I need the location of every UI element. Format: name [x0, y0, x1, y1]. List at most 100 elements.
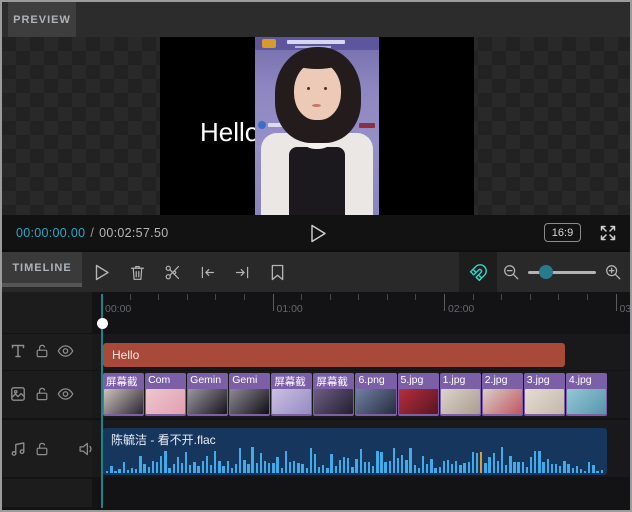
waveform-bar — [388, 461, 391, 473]
waveform-bar — [600, 469, 603, 473]
preview-tab-bar: PREVIEW — [2, 2, 630, 37]
timeline-ruler[interactable]: 00:00 01:00 02:00 03:00 — [92, 292, 630, 333]
delete-clip-button[interactable] — [125, 260, 149, 284]
image-clip[interactable]: 屏幕截 — [103, 373, 145, 416]
audio-clip[interactable]: 陈毓洁 - 看不开.flac — [103, 428, 607, 475]
split-clip-button[interactable] — [160, 260, 184, 284]
waveform-bar — [155, 462, 159, 473]
toggle-visibility-button[interactable] — [57, 343, 74, 359]
expand-icon — [600, 225, 616, 241]
image-clip[interactable]: 2.jpg — [481, 373, 523, 416]
lock-open-icon — [36, 387, 48, 401]
tab-timeline[interactable]: TIMELINE — [2, 252, 82, 287]
ruler-tick-label: 02:00 — [448, 303, 475, 315]
time-separator: / — [90, 225, 95, 240]
play-button[interactable] — [307, 222, 329, 244]
waveform-bar — [413, 465, 416, 473]
ruler-minor-tick — [415, 294, 417, 300]
play-icon — [95, 264, 109, 280]
add-marker-button[interactable] — [265, 260, 289, 284]
zoom-in-icon — [606, 265, 621, 280]
ruler-minor-tick — [501, 294, 503, 300]
timeline-play-button[interactable] — [90, 260, 114, 284]
image-clip-thumbnail — [482, 389, 522, 414]
playback-controls-bar: 00:00:00.00 / 00:02:57.50 16:9 — [2, 215, 630, 250]
text-clip-label: Hello — [112, 348, 140, 362]
waveform-bar — [546, 459, 549, 473]
image-clip[interactable]: 5.jpg — [397, 373, 439, 416]
waveform-bar — [214, 450, 217, 473]
waveform-bar — [521, 462, 524, 473]
image-clip[interactable]: 屏幕截 — [271, 373, 313, 416]
image-clip-label: 1.jpg — [442, 374, 466, 386]
photo-mouth — [312, 104, 321, 107]
ruler-minor-tick — [386, 294, 388, 300]
tab-preview[interactable]: PREVIEW — [8, 2, 76, 37]
waveform-bar — [592, 464, 595, 473]
waveform-bar — [176, 457, 180, 473]
eye-icon — [57, 388, 74, 400]
waveform-bar — [505, 464, 508, 473]
zoom-slider-handle[interactable] — [539, 265, 553, 279]
lock-track-button[interactable] — [34, 386, 50, 402]
snap-toggle-button[interactable] — [459, 252, 497, 292]
video-canvas: Hello — [160, 37, 474, 215]
waveform-bar — [301, 464, 304, 473]
waveform-bar — [372, 465, 375, 473]
ruler-tick-label: 03:00 — [619, 303, 631, 315]
waveform-bar — [180, 463, 184, 473]
waveform-bar — [559, 466, 562, 473]
toggle-visibility-button[interactable] — [57, 386, 74, 402]
waveform-bar — [442, 460, 446, 473]
waveform-bar — [500, 447, 504, 473]
timeline-toolbar: TIMELINE — [2, 252, 630, 292]
playhead-handle[interactable] — [97, 318, 108, 329]
fullscreen-button[interactable] — [596, 221, 620, 245]
image-clip[interactable]: Gemin — [187, 373, 229, 416]
waveform-bar — [130, 468, 134, 473]
zoom-out-button[interactable] — [498, 252, 524, 292]
waveform-bar — [426, 463, 429, 473]
image-clip[interactable]: 屏幕截 — [313, 373, 355, 416]
image-clip-thumbnail — [188, 389, 228, 414]
image-clip-label: Gemin — [190, 374, 222, 386]
ruler-minor-tick — [215, 294, 217, 300]
video-overlay-text[interactable]: Hello — [200, 117, 259, 148]
waveform-bar — [376, 450, 379, 473]
waveform-bar — [554, 464, 558, 473]
jump-to-end-button[interactable] — [230, 260, 254, 284]
ruler-minor-tick — [558, 294, 560, 300]
waveform-bar — [405, 460, 408, 473]
waveform-bar — [263, 460, 267, 473]
ruler-minor-tick — [186, 294, 188, 300]
waveform-bar — [205, 455, 209, 473]
image-clip[interactable]: 3.jpg — [523, 373, 565, 416]
waveform-bar — [164, 451, 167, 473]
zoom-in-button[interactable] — [600, 252, 626, 292]
image-clip[interactable]: 4.jpg — [565, 373, 607, 416]
image-clip[interactable]: Gemi — [229, 373, 271, 416]
waveform-bar — [139, 455, 142, 473]
lock-track-button[interactable] — [34, 441, 50, 457]
waveform-bar — [118, 469, 121, 473]
jump-to-start-button[interactable] — [195, 260, 219, 284]
lock-track-button[interactable] — [34, 343, 50, 359]
audio-track-header — [2, 420, 92, 477]
image-clip[interactable]: 6.png — [355, 373, 397, 416]
text-clip[interactable]: Hello — [103, 343, 565, 367]
waveform-bar — [392, 448, 396, 473]
waveform-bar — [284, 450, 288, 473]
waveform-bar — [247, 463, 250, 473]
image-clip[interactable]: Com — [145, 373, 187, 416]
aspect-ratio-button[interactable]: 16:9 — [544, 223, 581, 242]
image-clip-thumbnail — [398, 389, 438, 414]
waveform-bar — [330, 454, 333, 473]
waveform-bar — [396, 457, 400, 473]
bookmark-icon — [271, 264, 283, 280]
waveform-bar — [147, 467, 150, 473]
image-track-icon — [10, 386, 26, 402]
waveform-bar — [450, 463, 454, 473]
waveform-bar — [342, 456, 346, 473]
image-clip[interactable]: 1.jpg — [439, 373, 481, 416]
waveform-bar — [367, 462, 371, 473]
